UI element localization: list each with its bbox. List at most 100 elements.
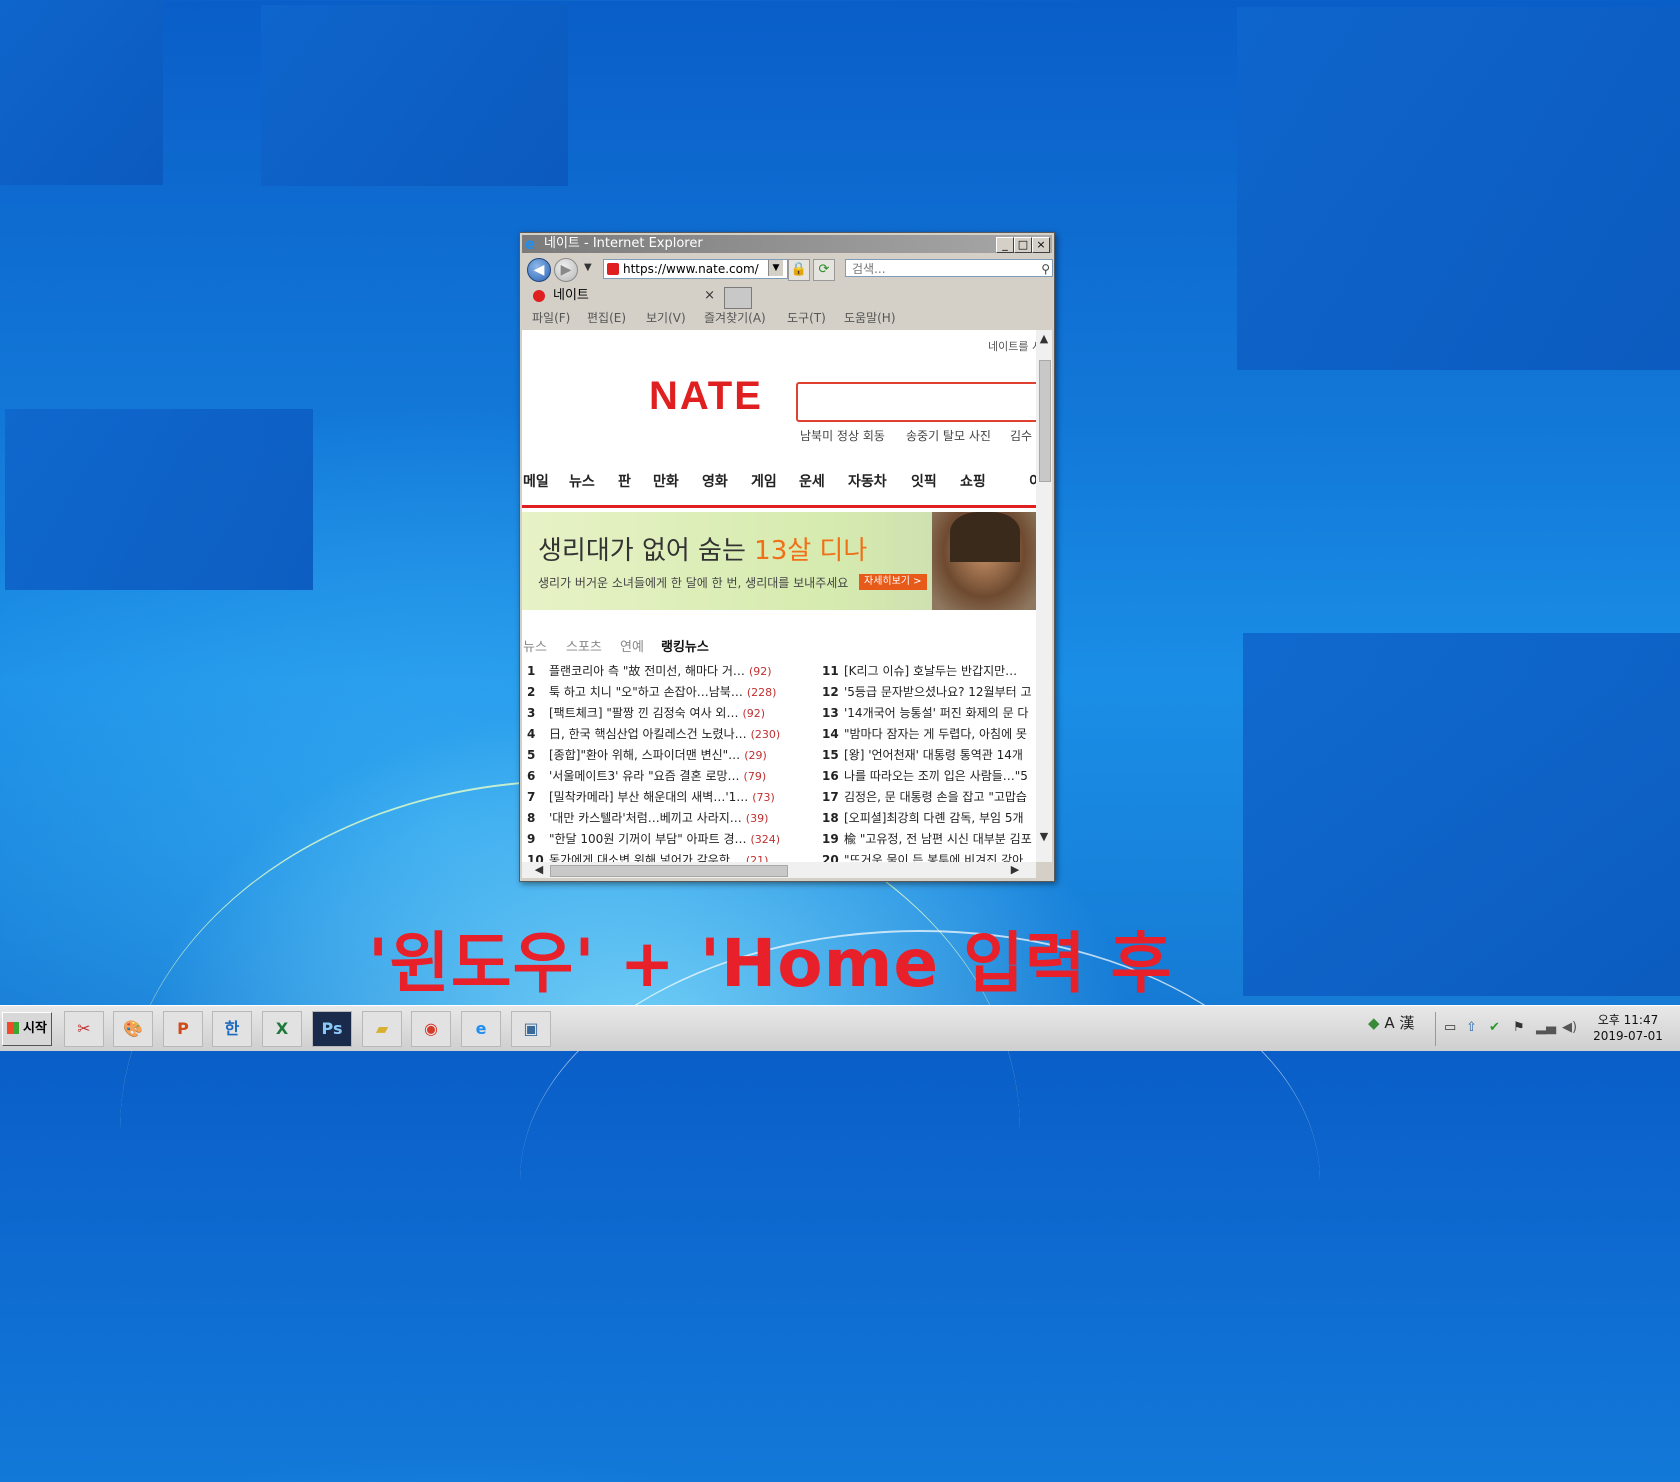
hwp-icon[interactable]: 한	[212, 1011, 252, 1047]
vertical-scroll-thumb[interactable]	[1039, 360, 1051, 482]
news-row[interactable]: 3 [팩트체크] "팔짱 낀 김정숙 여사 외… (92)	[527, 703, 765, 723]
news-row[interactable]: 18 [오피셜]최강희 다롄 감독, 부임 5개	[822, 808, 1024, 828]
upload-icon[interactable]: ⇧	[1466, 1020, 1477, 1035]
news-row[interactable]: 2 툭 하고 치니 "오"하고 손잡아…남북… (228)	[527, 682, 776, 702]
tab-sports[interactable]: 스포츠	[566, 636, 602, 655]
news-row[interactable]: 16 나를 따라오는 조끼 입은 사람들…"5	[822, 766, 1028, 786]
internet-explorer-icon[interactable]: e	[461, 1011, 501, 1047]
control-panel-icon[interactable]: ▣	[511, 1011, 551, 1047]
news-row[interactable]: 6 '서울메이트3' 유라 "요즘 결혼 로망… (79)	[527, 766, 766, 786]
news-headline[interactable]: 툭 하고 치니 "오"하고 손잡아…남북…	[549, 682, 743, 702]
folder-icon[interactable]: ▰	[362, 1011, 402, 1047]
news-row[interactable]: 14 "밤마다 잠자는 게 두렵다, 아침에 못	[822, 724, 1027, 744]
chrome-icon[interactable]: ◉	[411, 1011, 451, 1047]
news-row[interactable]: 13 '14개국어 능통설' 퍼진 화제의 문 다	[822, 703, 1028, 723]
address-dropdown-button[interactable]: ▼	[768, 260, 783, 276]
tab-ranking-news[interactable]: 랭킹뉴스	[661, 636, 709, 655]
new-tab-button[interactable]	[724, 287, 752, 309]
news-headline[interactable]: [종합]"환아 위해, 스파이더맨 변신"…	[549, 745, 740, 765]
gnb-more[interactable]: 이	[1029, 471, 1036, 491]
action-center-flag-icon[interactable]: ⚑	[1513, 1020, 1525, 1035]
gnb-pann[interactable]: 판	[618, 471, 631, 491]
news-headline[interactable]: 나를 따라오는 조끼 입은 사람들…"5	[844, 766, 1028, 786]
close-tab-icon[interactable]: ×	[704, 285, 715, 307]
tab-entertainment[interactable]: 연예	[620, 636, 644, 655]
news-row[interactable]: 17 김정은, 문 대통령 손을 잡고 "고맙습	[822, 787, 1027, 807]
news-headline[interactable]: '서울메이트3' 유라 "요즘 결혼 로망…	[549, 766, 740, 786]
ime-indicator[interactable]: ◆ A 漢	[1368, 1012, 1414, 1033]
gnb-comic[interactable]: 만화	[653, 471, 679, 491]
window-titlebar[interactable]: e 네이트 - Internet Explorer _ □ ×	[522, 235, 1052, 253]
news-row[interactable]: 9 "한달 100원 기꺼이 부담" 아파트 경… (324)	[527, 829, 780, 849]
forward-button[interactable]: ▶	[554, 258, 578, 282]
address-bar[interactable]: https://www.nate.com/	[603, 259, 788, 279]
gnb-shopping[interactable]: 쇼핑	[960, 471, 986, 491]
search-box[interactable]: 검색... ⚲	[845, 259, 1053, 277]
news-row[interactable]: 1 플랜코리아 측 "故 전미선, 해마다 거… (92)	[527, 661, 772, 681]
gnb-movie[interactable]: 영화	[702, 471, 728, 491]
news-row[interactable]: 5 [종합]"환아 위해, 스파이더맨 변신"… (29)	[527, 745, 767, 765]
refresh-button[interactable]: ⟳	[813, 259, 835, 281]
news-headline[interactable]: [K리그 이슈] 호날두는 반갑지만…	[844, 661, 1017, 681]
news-headline[interactable]: 플랜코리아 측 "故 전미선, 해마다 거…	[549, 661, 745, 681]
start-button[interactable]: 시작	[2, 1012, 52, 1046]
news-row[interactable]: 12 '5등급 문자받으셨나요? 12월부터 고	[822, 682, 1032, 702]
back-button[interactable]: ◀	[527, 258, 551, 282]
tab-nate[interactable]: 네이트 ×	[527, 285, 719, 307]
trending-keyword[interactable]: 김수	[1010, 427, 1032, 444]
news-row[interactable]: 15 [왕] '언어천재' 대통령 통역관 14개	[822, 745, 1023, 765]
horizontal-scrollbar[interactable]: ◀ ▶	[522, 862, 1036, 878]
ad-banner[interactable]: 생리대가 없어 숨는 13살 디나 생리가 버거운 소녀들에게 한 달에 한 번…	[522, 512, 1036, 610]
trending-keyword[interactable]: 송중기 탈모 사진	[906, 427, 991, 444]
tab-news[interactable]: 뉴스	[523, 636, 547, 655]
news-headline[interactable]: "한달 100원 기꺼이 부담" 아파트 경…	[549, 829, 747, 849]
news-headline[interactable]: 김정은, 문 대통령 손을 잡고 "고맙습	[844, 787, 1027, 807]
close-button[interactable]: ×	[1032, 237, 1050, 253]
news-headline[interactable]: "뜨거운 물이 든 봉투에 비겨진 강아	[844, 850, 1023, 862]
news-headline[interactable]: [오피셜]최강희 다롄 감독, 부임 5개	[844, 808, 1024, 828]
history-dropdown-icon[interactable]: ▼	[584, 262, 592, 273]
top-link[interactable]: 네이트를 시	[988, 338, 1036, 354]
gnb-car[interactable]: 자동차	[848, 471, 887, 491]
gnb-news[interactable]: 뉴스	[569, 471, 595, 491]
scroll-down-icon[interactable]: ▼	[1038, 830, 1050, 844]
scroll-right-icon[interactable]: ▶	[1008, 862, 1022, 878]
powerpoint-icon[interactable]: P	[163, 1011, 203, 1047]
photoshop-icon[interactable]: Ps	[312, 1011, 352, 1047]
news-row[interactable]: 7 [밀착카메라] 부산 해운대의 새벽…'1… (73)	[527, 787, 775, 807]
menu-help[interactable]: 도움말(H)	[844, 308, 896, 328]
lock-icon[interactable]: 🔒	[788, 259, 810, 281]
paint-icon[interactable]: 🎨	[113, 1011, 153, 1047]
news-headline[interactable]: [왕] '언어천재' 대통령 통역관 14개	[844, 745, 1023, 765]
scroll-up-icon[interactable]: ▲	[1038, 332, 1050, 346]
volume-icon[interactable]: ◀)	[1562, 1020, 1577, 1035]
news-headline[interactable]: 동가에게 대소변 위해 넣어가 각우한…	[549, 850, 742, 862]
news-row[interactable]: 4 日, 한국 핵심산업 아킬레스건 노렸나… (230)	[527, 724, 780, 744]
news-headline[interactable]: "밤마다 잠자는 게 두렵다, 아침에 못	[844, 724, 1027, 744]
gnb-mail[interactable]: 메일	[523, 471, 549, 491]
news-headline[interactable]: '5등급 문자받으셨나요? 12월부터 고	[844, 682, 1032, 702]
news-headline[interactable]: 楡 "고유정, 전 남편 시신 대부분 김포	[844, 829, 1032, 849]
news-row[interactable]: 8 '대만 카스텔라'처럼…베끼고 사라지… (39)	[527, 808, 768, 828]
snipping-tool-icon[interactable]: ✂	[64, 1011, 104, 1047]
news-headline[interactable]: '대만 카스텔라'처럼…베끼고 사라지…	[549, 808, 742, 828]
gnb-fortune[interactable]: 운세	[799, 471, 825, 491]
menu-edit[interactable]: 편집(E)	[587, 308, 626, 328]
news-row[interactable]: 10 동가에게 대소변 위해 넣어가 각우한… (21)	[527, 850, 768, 862]
scroll-left-icon[interactable]: ◀	[532, 862, 546, 878]
nate-logo[interactable]: NATE	[649, 374, 763, 419]
news-row[interactable]: 11 [K리그 이슈] 호날두는 반갑지만…	[822, 661, 1017, 681]
menu-file[interactable]: 파일(F)	[532, 308, 570, 328]
maximize-button[interactable]: □	[1014, 237, 1032, 253]
vertical-scrollbar[interactable]: ▲ ▼	[1036, 330, 1052, 862]
banner-detail-button[interactable]: 자세히보기 >	[859, 574, 927, 590]
excel-icon[interactable]: X	[262, 1011, 302, 1047]
news-row[interactable]: 20 "뜨거운 물이 든 봉투에 비겨진 강아	[822, 850, 1023, 862]
horizontal-scroll-thumb[interactable]	[550, 865, 788, 877]
news-headline[interactable]: 日, 한국 핵심산업 아킬레스건 노렸나…	[549, 724, 747, 744]
system-clock[interactable]: 오후 11:47 2019-07-01	[1578, 1012, 1678, 1044]
minimize-button[interactable]: _	[996, 237, 1014, 253]
trending-keyword[interactable]: 남북미 정상 회동	[800, 427, 885, 444]
nate-search-input[interactable]	[796, 382, 1036, 422]
gnb-itpick[interactable]: 잇픽	[911, 471, 937, 491]
